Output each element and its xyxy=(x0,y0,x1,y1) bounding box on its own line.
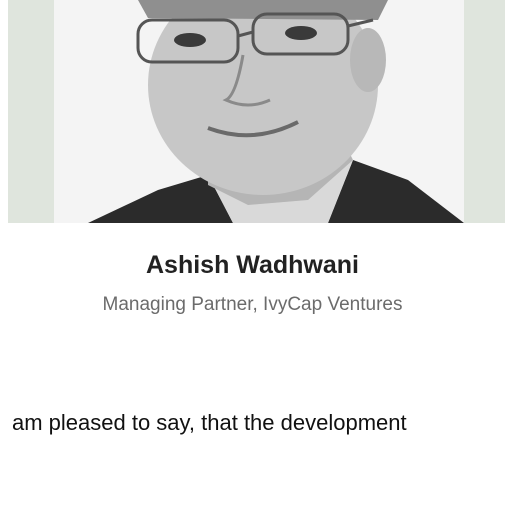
profile-photo xyxy=(8,0,505,223)
portrait-image xyxy=(54,0,464,223)
person-title: Managing Partner, IvyCap Ventures xyxy=(102,294,403,315)
person-name: Ashish Wadhwani xyxy=(146,251,359,279)
testimonial-text: am pleased to say, that the development xyxy=(12,410,407,435)
